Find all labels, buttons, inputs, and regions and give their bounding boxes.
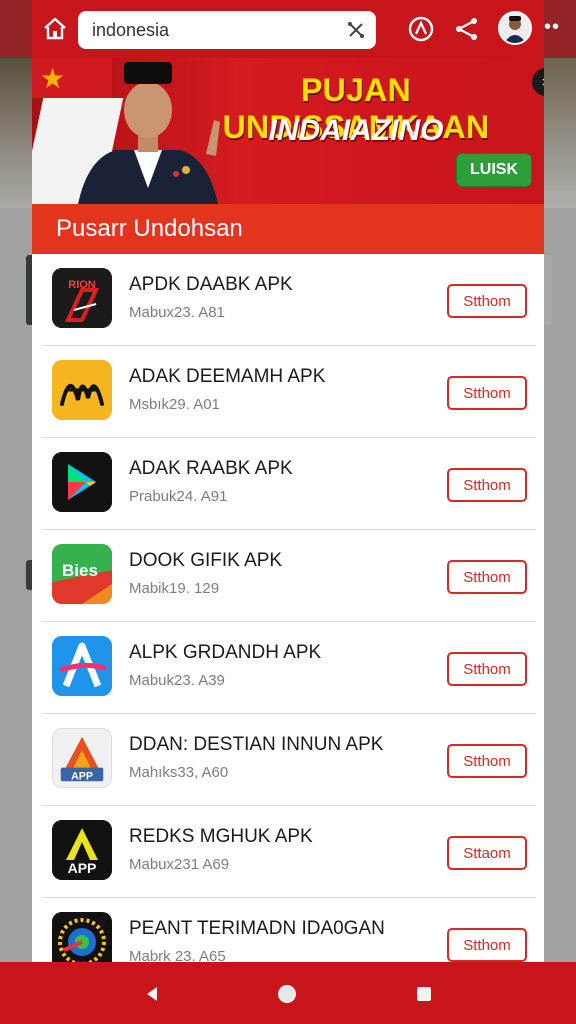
app-name: ALPK GRDANDH APK bbox=[129, 642, 322, 663]
app-meta: Msbık29. A01 bbox=[129, 396, 220, 413]
play-store-icon bbox=[52, 452, 112, 512]
colorful-ring-icon bbox=[52, 912, 112, 966]
app-meta: Mabik19. 129 bbox=[129, 580, 220, 597]
app-triangle-icon: APP bbox=[52, 728, 112, 788]
app-name: APDK DAABK APK bbox=[129, 274, 293, 295]
list-item[interactable]: ADAK DEEMAMH APK Msbık29. A01 Stthom bbox=[32, 346, 544, 438]
app-meta: Mahıks33, A60 bbox=[129, 764, 229, 781]
download-button[interactable]: Stthom bbox=[447, 284, 527, 318]
system-nav-bar bbox=[0, 962, 576, 1024]
download-button[interactable]: Stthom bbox=[447, 376, 527, 410]
list-item[interactable]: APP DDAN: DESTIAN INNUN APK Mahıks33, A6… bbox=[32, 714, 544, 806]
list-item[interactable]: APP REDKS MGHUK APK Mabux231 A69 Sttaom bbox=[32, 806, 544, 898]
app-name: ADAK DEEMAMH APK bbox=[129, 366, 326, 387]
list-item[interactable]: Bies DOOK GIFIK APK Mabik19. 129 Stthom bbox=[32, 530, 544, 622]
compass-icon[interactable] bbox=[406, 14, 436, 44]
browser-toolbar: •• bbox=[32, 0, 559, 58]
share-icon[interactable] bbox=[452, 14, 482, 44]
letter-a-icon bbox=[52, 636, 112, 696]
home-circle-icon[interactable] bbox=[273, 980, 301, 1008]
promo-banner[interactable]: ★ PUJAN UNDISSAMKAAN INDAIAZINO LUISK × bbox=[32, 58, 544, 204]
list-item[interactable]: RION APDK DAABK APK Mabux23. A81 Stthom bbox=[32, 254, 544, 346]
app-name: DDAN: DESTIAN INNUN APK bbox=[129, 734, 384, 755]
app-name: PEANT TERIMADN IDA0GAN bbox=[129, 918, 385, 939]
list-item[interactable]: ADAK RAABK APK Prabuk24. A91 Stthom bbox=[32, 438, 544, 530]
url-bar[interactable] bbox=[78, 11, 376, 49]
app-name: DOOK GIFIK APK bbox=[129, 550, 283, 571]
recents-icon[interactable] bbox=[410, 980, 438, 1008]
star-icon: ★ bbox=[40, 63, 66, 94]
more-icon[interactable]: •• bbox=[544, 17, 564, 41]
home-icon[interactable] bbox=[40, 14, 70, 44]
svg-text:APP: APP bbox=[71, 770, 93, 782]
download-button[interactable]: Stthom bbox=[447, 744, 527, 778]
app-meta: Mabux23. A81 bbox=[129, 304, 225, 321]
modal-title: Pusarr Undohsan bbox=[32, 204, 544, 254]
svg-text:Bies: Bies bbox=[62, 561, 98, 580]
back-icon[interactable] bbox=[138, 980, 166, 1008]
download-button[interactable]: Sttaom bbox=[447, 836, 527, 870]
close-icon[interactable] bbox=[346, 20, 366, 40]
app-name: REDKS MGHUK APK bbox=[129, 826, 313, 847]
app-meta: Prabuk24. A91 bbox=[129, 488, 228, 505]
download-button[interactable]: Stthom bbox=[447, 468, 527, 502]
download-button[interactable]: Stthom bbox=[447, 560, 527, 594]
download-button[interactable]: Stthom bbox=[447, 928, 527, 962]
bies-icon: Bies bbox=[52, 544, 112, 604]
banner-cta-button[interactable]: LUISK bbox=[456, 153, 532, 187]
list-item[interactable]: ALPK GRDANDH APK Mabuk23. A39 Stthom bbox=[32, 622, 544, 714]
app-name: ADAK RAABK APK bbox=[129, 458, 293, 479]
banner-subtitle: INDAIAZINO bbox=[268, 114, 444, 147]
list-item[interactable]: PEANT TERIMADN IDA0GAN Mabrk 23. A65 Stt… bbox=[32, 898, 544, 966]
app-meta: Mabux231 A69 bbox=[129, 856, 230, 873]
yellow-glyph-icon bbox=[52, 360, 112, 420]
avatar[interactable] bbox=[498, 11, 532, 45]
download-list-modal: Pusarr Undohsan RION APDK DAABK APK Mabu… bbox=[32, 204, 544, 966]
app-meta: Mabuk23. A39 bbox=[129, 672, 225, 689]
app-dark-icon: APP bbox=[52, 820, 112, 880]
svg-text:APP: APP bbox=[68, 860, 97, 876]
download-button[interactable]: Stthom bbox=[447, 652, 527, 686]
red-logo-icon: RION bbox=[52, 268, 112, 328]
url-input[interactable] bbox=[92, 19, 328, 41]
